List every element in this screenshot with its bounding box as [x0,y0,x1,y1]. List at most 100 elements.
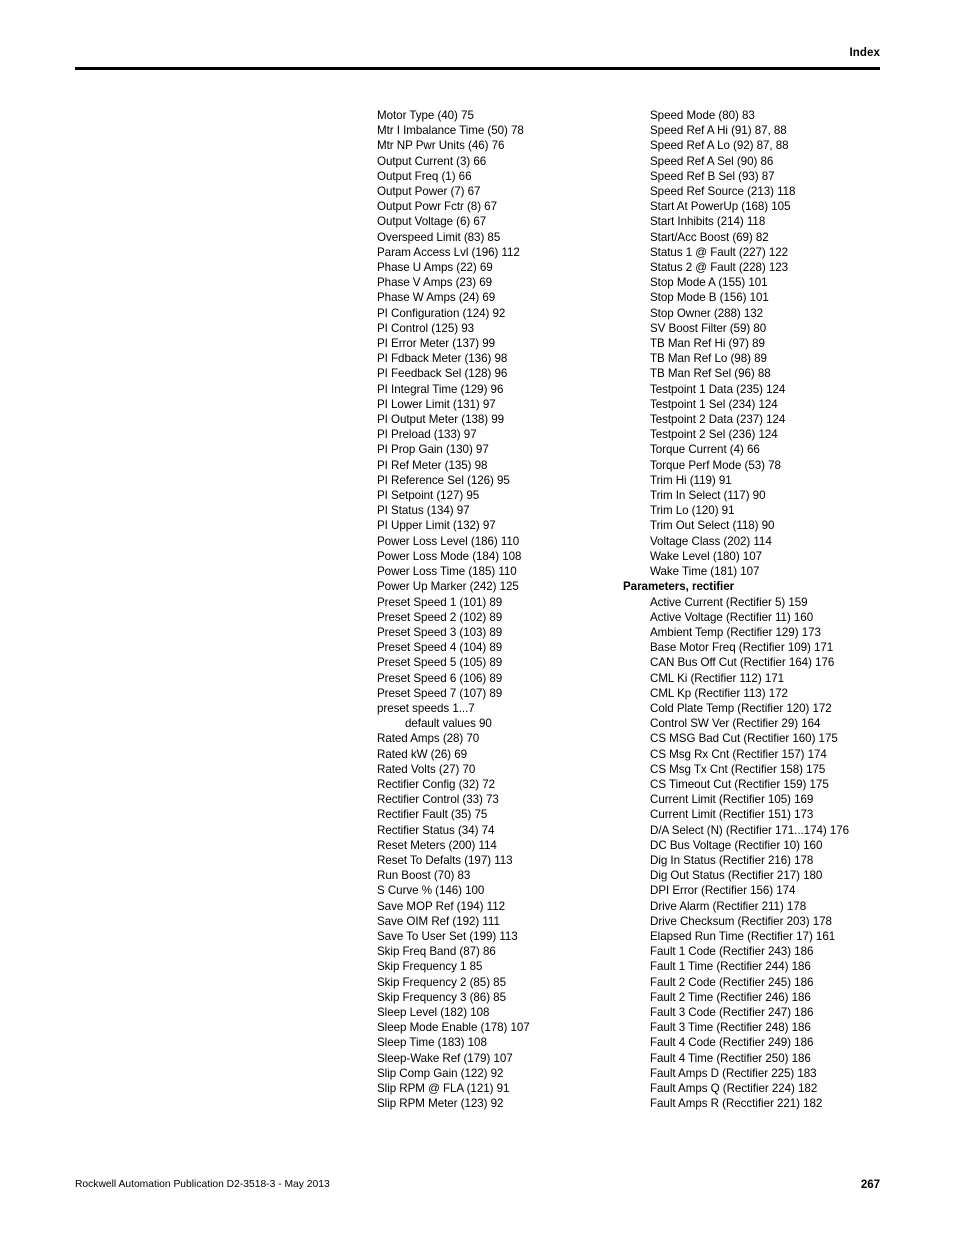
index-entry[interactable]: Run Boost (70) 83 [377,868,639,883]
index-entry[interactable]: Fault Amps Q (Rectifier 224) 182 [650,1081,940,1096]
index-subentry[interactable]: default values 90 [377,716,639,731]
index-entry[interactable]: Current Limit (Rectifier 105) 169 [650,792,940,807]
index-entry[interactable]: PI Upper Limit (132) 97 [377,518,639,533]
index-entry[interactable]: Preset Speed 2 (102) 89 [377,610,639,625]
index-entry[interactable]: Skip Frequency 2 (85) 85 [377,975,639,990]
index-entry[interactable]: TB Man Ref Lo (98) 89 [650,351,940,366]
index-entry[interactable]: Power Loss Mode (184) 108 [377,549,639,564]
index-entry[interactable]: Testpoint 1 Data (235) 124 [650,382,940,397]
index-entry[interactable]: Fault 1 Code (Rectifier 243) 186 [650,944,940,959]
index-entry[interactable]: Rated kW (26) 69 [377,747,639,762]
index-entry[interactable]: Testpoint 2 Data (237) 124 [650,412,940,427]
index-entry[interactable]: Voltage Class (202) 114 [650,534,940,549]
index-entry[interactable]: Wake Time (181) 107 [650,564,940,579]
index-entry[interactable]: Motor Type (40) 75 [377,108,639,123]
index-entry[interactable]: Save MOP Ref (194) 112 [377,899,639,914]
index-entry[interactable]: Overspeed Limit (83) 85 [377,230,639,245]
index-entry[interactable]: Power Loss Level (186) 110 [377,534,639,549]
index-entry[interactable]: CS Timeout Cut (Rectifier 159) 175 [650,777,940,792]
index-entry[interactable]: PI Reference Sel (126) 95 [377,473,639,488]
index-entry[interactable]: Stop Mode B (156) 101 [650,290,940,305]
index-entry[interactable]: CML Ki (Rectifier 112) 171 [650,671,940,686]
index-entry[interactable]: S Curve % (146) 100 [377,883,639,898]
index-entry[interactable]: Status 1 @ Fault (227) 122 [650,245,940,260]
index-entry[interactable]: Sleep Mode Enable (178) 107 [377,1020,639,1035]
index-entry[interactable]: Rated Amps (28) 70 [377,731,639,746]
index-entry[interactable]: PI Integral Time (129) 96 [377,382,639,397]
index-entry[interactable]: PI Status (134) 97 [377,503,639,518]
index-group-heading[interactable]: Parameters, rectifier [623,579,940,594]
index-entry[interactable]: Preset Speed 1 (101) 89 [377,595,639,610]
index-entry[interactable]: Speed Ref A Sel (90) 86 [650,154,940,169]
index-entry[interactable]: Slip Comp Gain (122) 92 [377,1066,639,1081]
index-entry[interactable]: Skip Frequency 3 (86) 85 [377,990,639,1005]
index-entry[interactable]: DC Bus Voltage (Rectifier 10) 160 [650,838,940,853]
index-entry[interactable]: Current Limit (Rectifier 151) 173 [650,807,940,822]
index-entry[interactable]: Sleep-Wake Ref (179) 107 [377,1051,639,1066]
index-entry[interactable]: DPI Error (Rectifier 156) 174 [650,883,940,898]
index-entry[interactable]: Torque Perf Mode (53) 78 [650,458,940,473]
index-entry[interactable]: Trim In Select (117) 90 [650,488,940,503]
index-entry[interactable]: Reset To Defalts (197) 113 [377,853,639,868]
index-entry[interactable]: Fault 3 Code (Rectifier 247) 186 [650,1005,940,1020]
index-entry[interactable]: Phase W Amps (24) 69 [377,290,639,305]
index-entry[interactable]: Fault 1 Time (Rectifier 244) 186 [650,959,940,974]
index-entry[interactable]: Trim Out Select (118) 90 [650,518,940,533]
index-entry[interactable]: CS Msg Rx Cnt (Rectifier 157) 174 [650,747,940,762]
index-entry[interactable]: TB Man Ref Sel (96) 88 [650,366,940,381]
index-entry[interactable]: PI Ref Meter (135) 98 [377,458,639,473]
index-entry[interactable]: Trim Hi (119) 91 [650,473,940,488]
index-entry[interactable]: PI Control (125) 93 [377,321,639,336]
index-entry[interactable]: Preset Speed 7 (107) 89 [377,686,639,701]
index-entry[interactable]: Trim Lo (120) 91 [650,503,940,518]
index-entry[interactable]: PI Feedback Sel (128) 96 [377,366,639,381]
index-entry[interactable]: Phase U Amps (22) 69 [377,260,639,275]
index-entry[interactable]: Torque Current (4) 66 [650,442,940,457]
index-entry[interactable]: Ambient Temp (Rectifier 129) 173 [650,625,940,640]
index-entry[interactable]: Fault 2 Code (Rectifier 245) 186 [650,975,940,990]
index-entry[interactable]: Power Loss Time (185) 110 [377,564,639,579]
index-entry[interactable]: Cold Plate Temp (Rectifier 120) 172 [650,701,940,716]
index-entry[interactable]: D/A Select (N) (Rectifier 171...174) 176 [650,823,940,838]
index-entry[interactable]: PI Preload (133) 97 [377,427,639,442]
index-entry[interactable]: Dig Out Status (Rectifier 217) 180 [650,868,940,883]
index-entry[interactable]: PI Error Meter (137) 99 [377,336,639,351]
index-entry[interactable]: Drive Checksum (Rectifier 203) 178 [650,914,940,929]
index-entry[interactable]: Active Voltage (Rectifier 11) 160 [650,610,940,625]
index-entry[interactable]: Rectifier Fault (35) 75 [377,807,639,822]
index-entry[interactable]: Rectifier Status (34) 74 [377,823,639,838]
index-entry[interactable]: Fault 3 Time (Rectifier 248) 186 [650,1020,940,1035]
index-entry[interactable]: Status 2 @ Fault (228) 123 [650,260,940,275]
index-entry[interactable]: PI Setpoint (127) 95 [377,488,639,503]
index-entry[interactable]: Speed Ref A Lo (92) 87, 88 [650,138,940,153]
index-entry[interactable]: Reset Meters (200) 114 [377,838,639,853]
index-entry[interactable]: Speed Mode (80) 83 [650,108,940,123]
index-entry[interactable]: Fault 2 Time (Rectifier 246) 186 [650,990,940,1005]
index-entry[interactable]: Output Powr Fctr (8) 67 [377,199,639,214]
index-entry[interactable]: Save OIM Ref (192) 111 [377,914,639,929]
index-entry[interactable]: Preset Speed 4 (104) 89 [377,640,639,655]
index-entry[interactable]: Speed Ref Source (213) 118 [650,184,940,199]
index-entry[interactable]: preset speeds 1...7 [377,701,639,716]
index-entry[interactable]: PI Prop Gain (130) 97 [377,442,639,457]
index-entry[interactable]: Start Inhibits (214) 118 [650,214,940,229]
index-entry[interactable]: Start At PowerUp (168) 105 [650,199,940,214]
index-entry[interactable]: PI Fdback Meter (136) 98 [377,351,639,366]
index-entry[interactable]: Output Freq (1) 66 [377,169,639,184]
index-entry[interactable]: Phase V Amps (23) 69 [377,275,639,290]
index-entry[interactable]: Fault Amps R (Recctifier 221) 182 [650,1096,940,1111]
index-entry[interactable]: Param Access Lvl (196) 112 [377,245,639,260]
index-entry[interactable]: Fault 4 Time (Rectifier 250) 186 [650,1051,940,1066]
index-entry[interactable]: Stop Owner (288) 132 [650,306,940,321]
index-entry[interactable]: Slip RPM Meter (123) 92 [377,1096,639,1111]
index-entry[interactable]: TB Man Ref Hi (97) 89 [650,336,940,351]
index-entry[interactable]: Fault Amps D (Rectifier 225) 183 [650,1066,940,1081]
index-entry[interactable]: Mtr NP Pwr Units (46) 76 [377,138,639,153]
index-entry[interactable]: Base Motor Freq (Rectifier 109) 171 [650,640,940,655]
index-entry[interactable]: Output Voltage (6) 67 [377,214,639,229]
index-entry[interactable]: Fault 4 Code (Rectifier 249) 186 [650,1035,940,1050]
index-entry[interactable]: Rectifier Config (32) 72 [377,777,639,792]
index-entry[interactable]: Dig In Status (Rectifier 216) 178 [650,853,940,868]
index-entry[interactable]: Testpoint 1 Sel (234) 124 [650,397,940,412]
index-entry[interactable]: SV Boost Filter (59) 80 [650,321,940,336]
